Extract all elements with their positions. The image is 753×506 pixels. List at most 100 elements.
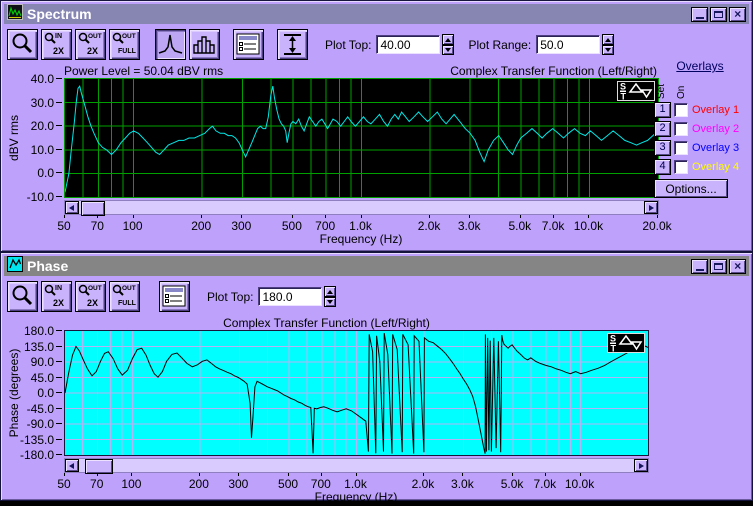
maximize-button[interactable] — [710, 258, 727, 274]
zoom-in-2x-button[interactable]: IN 2X — [41, 281, 72, 312]
on-column-header: On — [676, 85, 687, 99]
overlay-set-button[interactable]: 1 — [654, 101, 671, 118]
overlay-checkbox[interactable] — [674, 102, 688, 117]
x-tick-label: 10.0k — [564, 477, 595, 491]
vertical-autoscale-button[interactable] — [277, 29, 308, 60]
zoom-out-factor: 2X — [87, 46, 99, 56]
spinner-down-button[interactable] — [324, 296, 337, 307]
set-column-header: Set — [656, 83, 667, 99]
display-options-button[interactable] — [233, 29, 264, 60]
close-button[interactable] — [729, 258, 746, 274]
x-tick-label: 3.0k — [457, 219, 481, 233]
right-arrow-icon — [649, 205, 654, 211]
zoom-in-factor: 2X — [53, 298, 65, 308]
overlay-checkbox[interactable] — [674, 140, 688, 155]
y-tick-label: 0.0 — [37, 386, 54, 400]
minimize-button[interactable] — [691, 258, 708, 274]
y-tick-mark — [56, 330, 62, 331]
overlay-checkbox[interactable] — [674, 121, 688, 136]
transfer-function-title: Complex Transfer Function (Left/Right) — [450, 63, 657, 78]
overlays-title: Overlays — [676, 59, 724, 73]
x-tick-label: 1.0k — [344, 477, 367, 491]
plot-range-label: Plot Range: — [468, 37, 532, 52]
plot-range-input[interactable] — [536, 35, 601, 54]
x-tick-label: 200 — [188, 477, 209, 491]
scroll-right-button[interactable] — [644, 201, 658, 214]
x-tick-mark — [657, 215, 658, 218]
spinner-down-button[interactable] — [442, 44, 455, 55]
x-tick-label: 3.0k — [451, 477, 474, 491]
x-tick-label: 1.0k — [349, 219, 372, 233]
x-tick-label: 70 — [90, 219, 104, 233]
x-tick-mark — [588, 215, 590, 218]
x-tick-mark — [64, 473, 65, 476]
zoom-out-full-button[interactable]: OUT FULL — [109, 281, 140, 312]
bar-chart-icon — [193, 36, 215, 54]
x-tick-mark — [320, 473, 322, 476]
plot-top-label: Plot Top: — [325, 37, 372, 52]
maximize-button[interactable] — [710, 6, 727, 22]
frequency-label: Frequency (Hz) — [314, 490, 398, 504]
zoom-in-2x-button[interactable]: IN 2X — [41, 29, 72, 60]
x-tick-label: 500 — [278, 477, 299, 491]
x-tick-label: 10.0k — [573, 219, 604, 233]
minimize-button[interactable] — [691, 6, 708, 22]
spinner-up-button[interactable] — [602, 34, 615, 45]
phase-plot[interactable]: S T — [64, 330, 649, 456]
right-arrow-icon — [639, 463, 644, 469]
overlay-set-button[interactable]: 4 — [654, 158, 671, 175]
spectrum-window: Spectrum IN 2X OUT 2X O — [0, 0, 753, 252]
zoom-full-text: FULL — [118, 48, 136, 55]
x-tick-mark — [462, 473, 464, 476]
x-tick-label: 300 — [228, 477, 249, 491]
zoom-out-full-button[interactable]: OUT FULL — [109, 29, 140, 60]
zoom-out-label: OUT — [88, 33, 102, 40]
overlay-set-button[interactable]: 3 — [654, 139, 671, 156]
overlay-checkbox[interactable] — [674, 159, 688, 174]
overlay-options-button[interactable]: Options... — [654, 179, 728, 198]
x-tick-mark — [360, 215, 362, 218]
spectrum-h-scrollbar[interactable] — [64, 200, 659, 216]
scrollbar-thumb[interactable] — [85, 459, 113, 474]
spinner-up-button[interactable] — [324, 286, 337, 297]
scroll-left-button[interactable] — [65, 201, 79, 214]
display-options-button[interactable] — [159, 281, 190, 312]
y-tick-label: 180.0 — [23, 324, 54, 338]
close-icon — [734, 9, 741, 19]
scrollbar-thumb[interactable] — [81, 201, 105, 216]
x-tick-label: 100 — [122, 219, 143, 233]
x-tick-mark — [429, 215, 431, 218]
phase-plot-region: Phase (degrees) 180.0 135.0 90.0 45.0 0.0 -45… — [4, 324, 749, 462]
plot-top-input[interactable] — [376, 35, 441, 54]
scroll-left-button[interactable] — [65, 459, 79, 472]
phase-h-scrollbar[interactable] — [64, 458, 649, 474]
y-tick-label: -135.0 — [19, 432, 54, 447]
bar-display-button[interactable] — [189, 29, 220, 60]
spectrum-trace-canvas — [64, 79, 659, 197]
phase-titlebar[interactable]: Phase — [4, 255, 749, 276]
zoom-button[interactable] — [7, 281, 38, 312]
peak-curve-button[interactable] — [155, 29, 186, 60]
y-tick-mark — [56, 196, 62, 197]
y-tick-label: 20.0 — [30, 119, 54, 134]
zoom-full-label: OUT — [122, 33, 136, 40]
spectrum-titlebar[interactable]: Spectrum — [4, 3, 749, 24]
spectrum-plot[interactable]: S T — [64, 78, 659, 198]
overlay-set-button[interactable]: 2 — [654, 120, 671, 137]
zoom-button[interactable] — [7, 29, 38, 60]
window-title: Phase — [27, 258, 69, 274]
scroll-right-button[interactable] — [634, 459, 648, 472]
overlay-row: 2 Overlay 2 — [654, 119, 746, 138]
power-level-readout: Power Level = 50.04 dBV rms — [64, 63, 224, 78]
plot-top-input[interactable] — [258, 287, 323, 306]
x-tick-label: 700 — [310, 477, 331, 491]
spinner-up-button[interactable] — [442, 34, 455, 45]
vertical-fit-icon — [284, 34, 301, 55]
spinner-down-button[interactable] — [602, 44, 615, 55]
close-button[interactable] — [729, 6, 746, 22]
y-tick-mark — [56, 101, 62, 103]
spectrum-plot-header: Power Level = 50.04 dBV rms Complex Tran… — [4, 63, 749, 78]
zoom-out-2x-button[interactable]: OUT 2X — [75, 281, 106, 312]
zoom-out-2x-button[interactable]: OUT 2X — [75, 29, 106, 60]
x-tick-label: 700 — [315, 219, 336, 233]
